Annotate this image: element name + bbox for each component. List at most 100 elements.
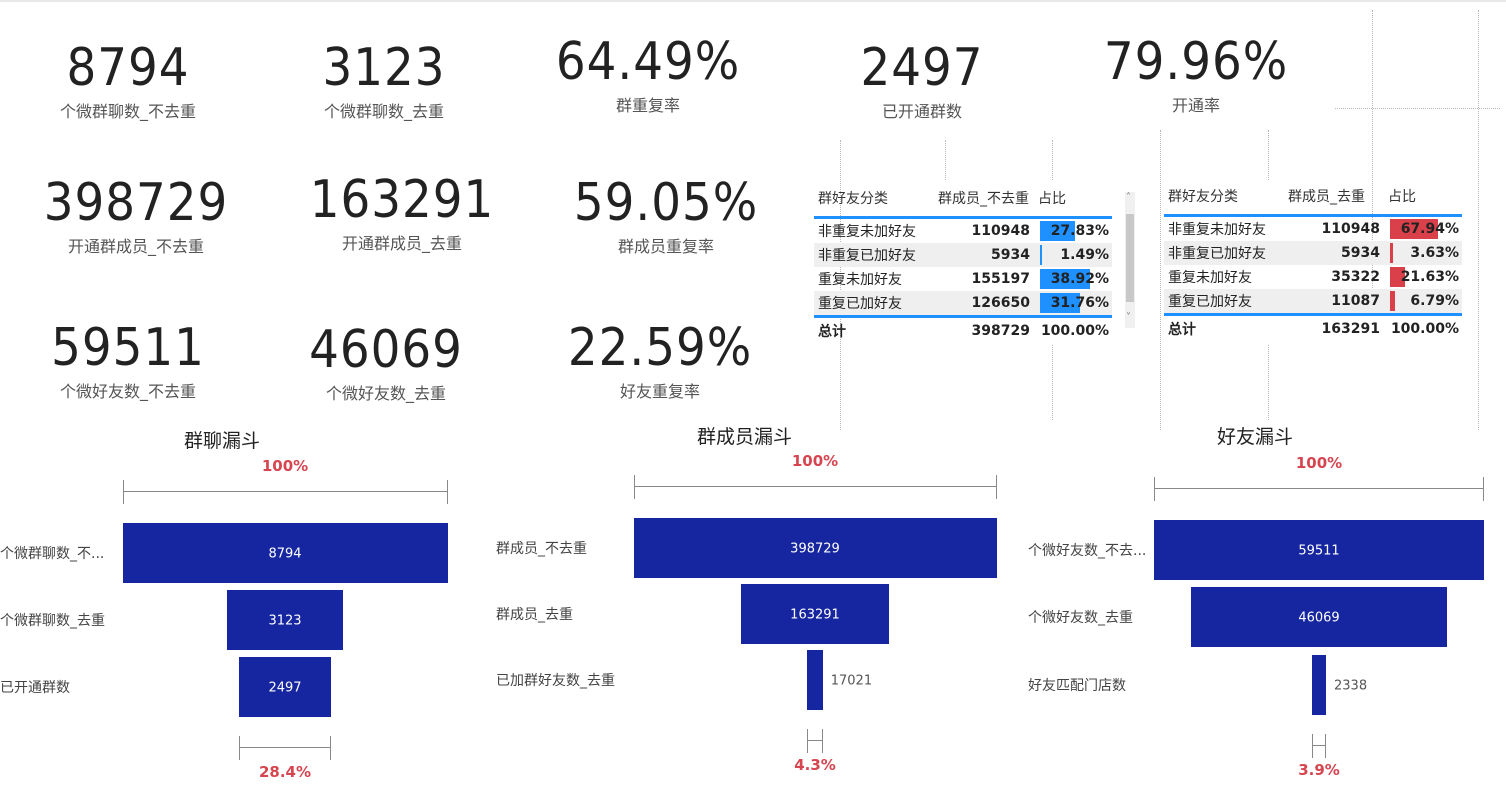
kpi-card: 3123 个微群聊数_去重 xyxy=(284,40,484,122)
share-value: 6.79% xyxy=(1410,293,1459,309)
kpi-value: 398729 xyxy=(43,173,229,233)
funnel-value-label: 2497 xyxy=(268,680,302,696)
kpi-card: 163291 开通群成员_去重 xyxy=(282,172,522,254)
funnel-category-label: 个微好友数_去重 xyxy=(1028,610,1133,626)
kpi-card: 2497 已开通群数 xyxy=(822,40,1022,122)
kpi-value: 163291 xyxy=(309,170,495,230)
total-share: 100.00% xyxy=(1388,318,1462,340)
funnel-top-percent: 100% xyxy=(261,457,309,475)
category-cell: 重复未加好友 xyxy=(818,272,902,288)
table-row[interactable]: 重复已加好友 11087 6.79% xyxy=(1164,289,1462,313)
funnel-title: 群聊漏斗 xyxy=(184,430,261,452)
table-header: 群好友分类 群成员_不去重 占比 xyxy=(814,180,1112,219)
funnel-value-label: 163291 xyxy=(790,607,840,623)
share-value: 38.92% xyxy=(1050,271,1109,287)
kpi-card: 79.96% 开通率 xyxy=(1076,34,1316,116)
column-header[interactable]: 群好友分类 xyxy=(814,188,934,208)
column-header[interactable]: 群成员_不去重 xyxy=(934,188,1038,208)
funnel-title: 群成员漏斗 xyxy=(697,426,793,448)
guide-line xyxy=(1335,108,1500,109)
table-row[interactable]: 非重复未加好友 110948 27.83% xyxy=(814,219,1112,243)
kpi-label: 群重复率 xyxy=(615,96,680,115)
table-row[interactable]: 非重复未加好友 110948 67.94% xyxy=(1164,217,1462,241)
funnel-value-label: 59511 xyxy=(1298,543,1340,559)
total-label: 总计 xyxy=(818,324,846,340)
kpi-value: 3123 xyxy=(322,38,446,98)
funnel-value-label: 17021 xyxy=(830,673,873,689)
kpi-value: 59511 xyxy=(51,318,205,378)
guide-line xyxy=(1052,140,1053,180)
table-row[interactable]: 非重复已加好友 5934 1.49% xyxy=(814,243,1112,267)
funnel-category-label: 个微好友数_不去... xyxy=(1028,543,1147,559)
guide-line xyxy=(1268,345,1269,420)
funnel-bar[interactable] xyxy=(807,650,823,710)
funnel-category-label: 已开通群数 xyxy=(0,680,70,696)
category-cell: 非重复已加好友 xyxy=(1168,246,1266,262)
share-cell: 6.79% xyxy=(1388,290,1462,312)
scroll-up-icon[interactable]: ˄ xyxy=(1126,192,1131,203)
guide-line xyxy=(1268,130,1269,180)
share-value: 21.63% xyxy=(1400,269,1459,285)
table-total-row: 总计 398729 100.00% xyxy=(814,315,1112,344)
category-table: 群好友分类 群成员_去重 占比 非重复未加好友 110948 67.94% 非重… xyxy=(1164,178,1462,342)
guide-line xyxy=(1052,345,1053,420)
count-cell: 35322 xyxy=(1331,269,1380,285)
funnel-bottom-percent: 28.4% xyxy=(258,763,312,781)
funnel-category-label: 群成员_去重 xyxy=(496,607,573,623)
top-border xyxy=(0,0,1506,2)
scroll-down-icon[interactable]: ˅ xyxy=(1126,312,1131,323)
count-cell: 11087 xyxy=(1331,293,1380,309)
kpi-card: 64.49% 群重复率 xyxy=(528,34,768,116)
kpi-label: 好友重复率 xyxy=(619,382,700,401)
column-header[interactable]: 群成员_去重 xyxy=(1284,186,1388,206)
share-value: 27.83% xyxy=(1050,223,1109,239)
funnel-value-label: 3123 xyxy=(268,613,302,629)
kpi-card: 59.05% 群成员重复率 xyxy=(546,175,786,257)
funnel-category-label: 好友匹配门店数 xyxy=(1028,678,1126,694)
kpi-value: 8794 xyxy=(66,38,190,98)
share-cell: 21.63% xyxy=(1388,266,1462,288)
share-cell: 67.94% xyxy=(1388,218,1462,240)
table-row[interactable]: 非重复已加好友 5934 3.63% xyxy=(1164,241,1462,265)
scrollbar-thumb[interactable] xyxy=(1126,214,1134,302)
guide-line xyxy=(945,140,946,180)
kpi-card: 46069 个微好友数_去重 xyxy=(286,322,486,404)
table-scrollbar[interactable]: ˄ ˅ xyxy=(1125,192,1135,328)
column-header[interactable]: 占比 xyxy=(1388,185,1462,207)
kpi-value: 64.49% xyxy=(555,32,741,92)
column-header[interactable]: 占比 xyxy=(1038,187,1112,209)
funnel-title: 好友漏斗 xyxy=(1217,426,1294,448)
kpi-label: 开通群成员_不去重 xyxy=(67,237,204,256)
funnel-top-bracket xyxy=(122,480,448,504)
total-label: 总计 xyxy=(1168,322,1196,338)
table-row[interactable]: 重复未加好友 155197 38.92% xyxy=(814,267,1112,291)
share-value: 3.63% xyxy=(1410,245,1459,261)
share-value: 31.76% xyxy=(1050,295,1109,311)
column-header[interactable]: 群好友分类 xyxy=(1164,186,1284,206)
kpi-label: 已开通群数 xyxy=(881,102,962,121)
funnel-category-label: 个微群聊数_不... xyxy=(0,546,105,562)
share-value: 67.94% xyxy=(1400,221,1459,237)
table-row[interactable]: 重复已加好友 126650 31.76% xyxy=(814,291,1112,315)
total-count: 398729 xyxy=(971,323,1030,339)
total-count: 163291 xyxy=(1321,321,1380,337)
funnel-top-percent: 100% xyxy=(791,452,839,470)
funnel-bar[interactable] xyxy=(1312,655,1326,715)
kpi-value: 2497 xyxy=(860,38,984,98)
category-cell: 非重复未加好友 xyxy=(818,224,916,240)
category-cell: 非重复已加好友 xyxy=(818,248,916,264)
funnel-top-bracket xyxy=(633,475,997,499)
kpi-label: 个微群聊数_不去重 xyxy=(59,102,196,121)
total-share-value: 100.00% xyxy=(1390,321,1459,337)
share-bar xyxy=(1390,291,1395,311)
funnel-category-label: 群成员_不去重 xyxy=(496,541,587,557)
share-value: 1.49% xyxy=(1060,247,1109,263)
category-table: 群好友分类 群成员_不去重 占比 非重复未加好友 110948 27.83% 非… xyxy=(814,180,1112,344)
funnel-value-label: 8794 xyxy=(268,546,302,562)
kpi-value: 79.96% xyxy=(1103,32,1289,92)
table-row[interactable]: 重复未加好友 35322 21.63% xyxy=(1164,265,1462,289)
kpi-value: 46069 xyxy=(309,320,463,380)
share-cell: 3.63% xyxy=(1388,242,1462,264)
share-bar xyxy=(1390,243,1393,263)
category-cell: 非重复未加好友 xyxy=(1168,222,1266,238)
